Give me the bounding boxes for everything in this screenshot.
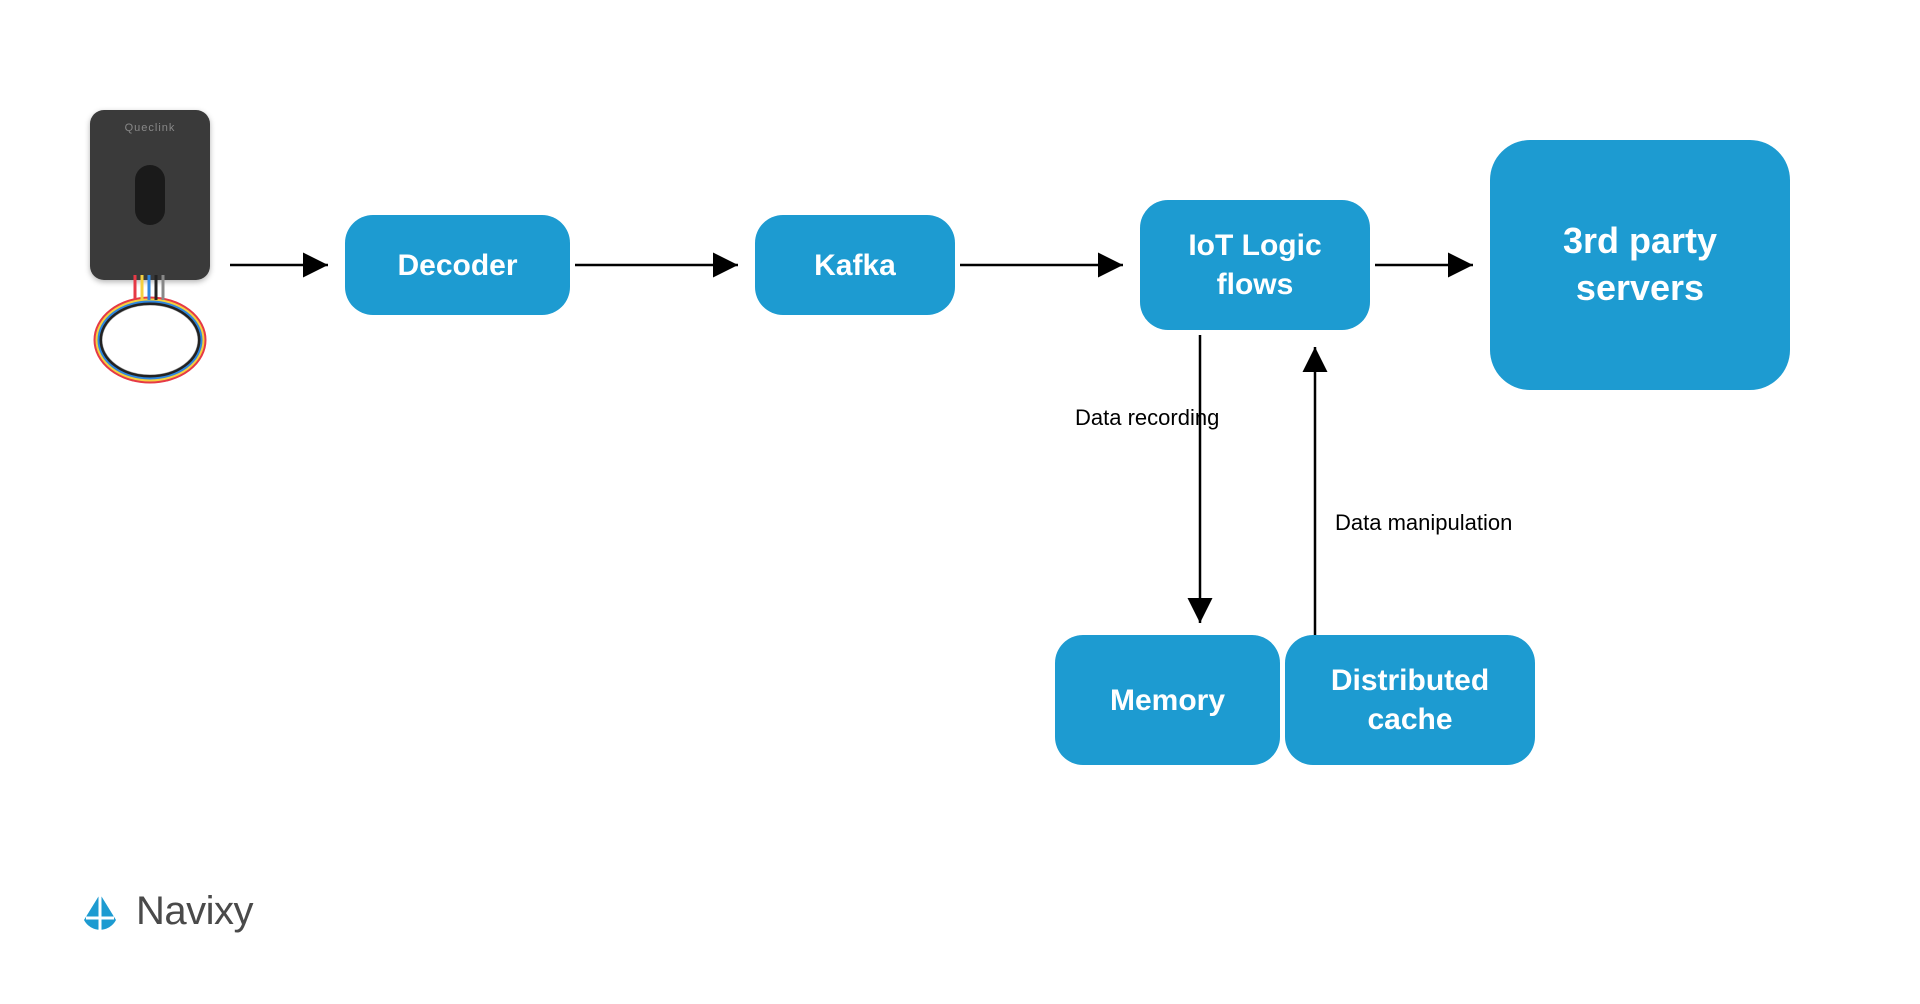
label-data-manipulation: Data manipulation [1335,510,1512,536]
node-3rd-party: 3rd party servers [1490,140,1790,390]
device-button-area [135,165,165,225]
node-decoder: Decoder [345,215,570,315]
node-memory: Memory [1055,635,1280,765]
node-3rd-party-label: 3rd party servers [1510,218,1770,312]
device-body: Queclink [90,110,210,280]
brand-name: Navixy [136,889,253,934]
device-illustration: Queclink [75,110,225,390]
node-iot-logic-label: IoT Logic flows [1160,226,1350,304]
brand-logo: Navixy [78,889,253,934]
arrow-iot-to-memory [1190,335,1210,635]
node-distributed-cache: Distributed cache [1285,635,1535,765]
node-kafka: Kafka [755,215,955,315]
navixy-icon [78,890,122,934]
diagram-canvas: Queclink Decoder [0,0,1920,1004]
device-wires [80,275,220,395]
node-iot-logic: IoT Logic flows [1140,200,1370,330]
label-data-recording: Data recording [1075,405,1219,431]
arrow-iot-to-3rdparty [1375,255,1485,275]
arrow-device-to-decoder [230,255,340,275]
node-kafka-label: Kafka [814,246,896,285]
arrow-decoder-to-kafka [575,255,750,275]
arrow-cache-to-iot [1305,335,1325,635]
arrow-kafka-to-iot [960,255,1135,275]
node-memory-label: Memory [1110,681,1225,720]
node-distributed-cache-label: Distributed cache [1305,661,1515,739]
device-brand-label: Queclink [125,122,176,134]
node-decoder-label: Decoder [397,246,517,285]
